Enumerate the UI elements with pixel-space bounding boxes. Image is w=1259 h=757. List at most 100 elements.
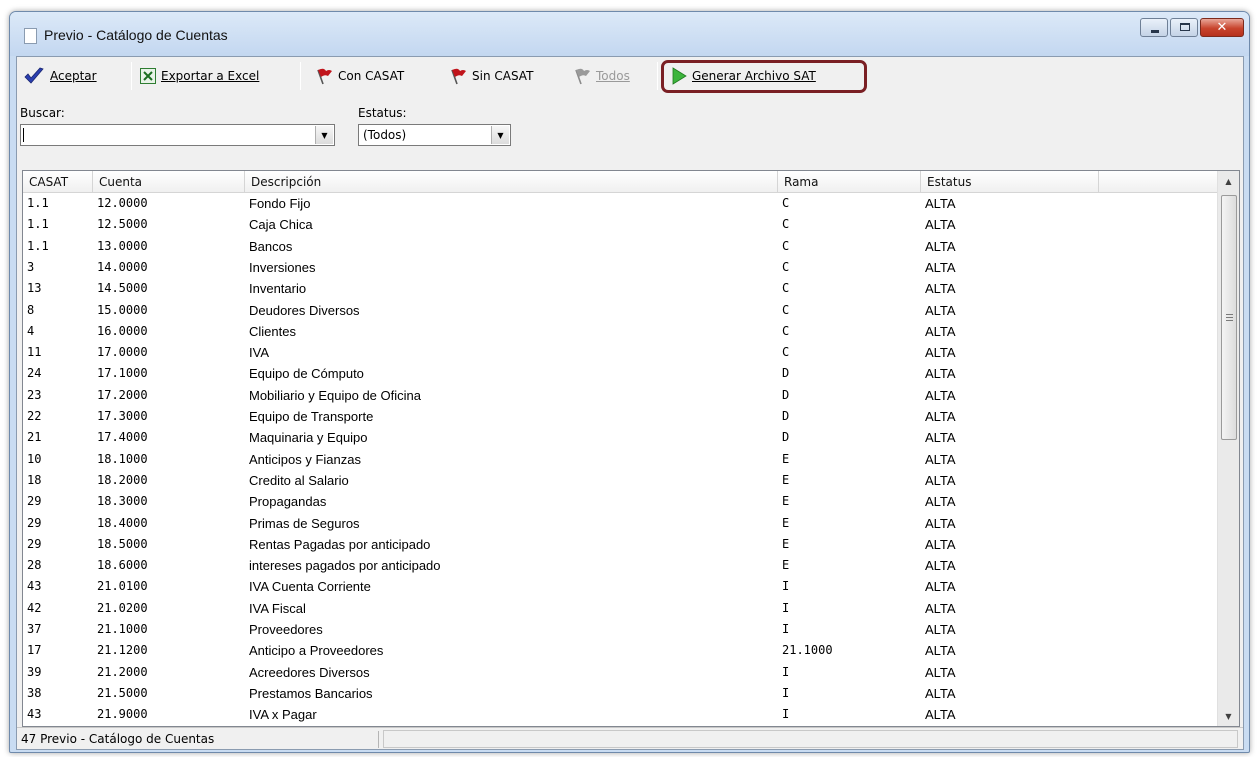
document-icon (24, 28, 37, 44)
green-play-icon (672, 67, 687, 85)
table-row[interactable]: 29 18.4000 Primas de Seguros E ALTA (23, 513, 1217, 534)
maximize-button[interactable] (1170, 18, 1198, 37)
cell-descripcion: Fondo Fijo (249, 196, 311, 211)
column-header-descripcion[interactable]: Descripción (245, 171, 778, 193)
cell-descripcion: Credito al Salario (249, 472, 349, 488)
table-row[interactable]: 29 18.3000 Propagandas E ALTA (23, 491, 1217, 512)
cell-casat: 28 (27, 558, 42, 573)
vertical-scrollbar[interactable]: ▲ ▼ (1217, 171, 1239, 726)
generar-archivo-sat-button[interactable]: Generar Archivo SAT (671, 65, 816, 87)
cell-cuenta: 13.0000 (97, 238, 148, 253)
status-bar: 47 Previo - Catálogo de Cuentas (17, 727, 1243, 749)
todos-button[interactable]: Todos (573, 65, 630, 87)
cell-descripcion: Propagandas (249, 494, 327, 510)
table-row[interactable]: 42 21.0200 IVA Fiscal I ALTA (23, 598, 1217, 619)
cell-descripcion: Rentas Pagadas por anticipado (249, 536, 431, 552)
cell-rama: D (782, 409, 790, 423)
chevron-down-icon[interactable]: ▼ (315, 126, 333, 144)
cell-descripcion: IVA Fiscal (249, 600, 306, 616)
estatus-select[interactable]: (Todos) ▼ (358, 124, 511, 146)
table-row[interactable]: 8 15.0000 Deudores Diversos C ALTA (23, 300, 1217, 321)
cell-rama: E (782, 451, 790, 466)
aceptar-label: Aceptar (50, 69, 97, 83)
table-row[interactable]: 37 21.1000 Proveedores I ALTA (23, 619, 1217, 640)
table-row[interactable]: 4 16.0000 Clientes C ALTA (23, 321, 1217, 342)
table-row[interactable]: 28 18.6000 intereses pagados por anticipad… (23, 555, 1217, 576)
todos-label: Todos (596, 69, 630, 83)
title-bar[interactable]: Previo - Catálogo de Cuentas ✕ (10, 12, 1249, 56)
cell-rama: C (782, 196, 790, 210)
cell-estatus: ALTA (925, 536, 956, 552)
cell-descripcion: Bancos (249, 238, 293, 254)
table-row[interactable]: 18 18.2000 Credito al Salario E ALTA (23, 470, 1217, 491)
table-row[interactable]: 21 17.4000 Maquinaria y Equipo D ALTA (23, 427, 1217, 448)
accounts-grid[interactable]: CASAT Cuenta Descripción Rama Estatus 1.… (22, 170, 1240, 727)
table-row[interactable]: 1.1 13.0000 Bancos C ALTA (23, 236, 1217, 257)
grip-line (1226, 314, 1233, 315)
cell-cuenta: 21.1200 (97, 643, 148, 658)
close-icon: ✕ (1216, 20, 1228, 35)
grid-body: 1.1 12.0000 Fondo Fijo C ALTA 1.1 12.5000 Caja … (23, 193, 1217, 726)
cell-casat: 17 (27, 643, 42, 658)
cell-casat: 11 (27, 345, 42, 360)
cell-rama: E (782, 494, 790, 509)
scroll-up-icon[interactable]: ▲ (1218, 171, 1239, 191)
column-header-cuenta[interactable]: Cuenta (93, 171, 245, 193)
cell-cuenta: 17.2000 (97, 387, 148, 402)
cell-cuenta: 17.3000 (97, 409, 148, 423)
cell-descripcion: IVA (249, 345, 269, 361)
table-row[interactable]: 39 21.2000 Acreedores Diversos I ALTA (23, 662, 1217, 683)
table-row[interactable]: 38 21.5000 Prestamos Bancarios I ALTA (23, 683, 1217, 704)
column-header-estatus[interactable]: Estatus (921, 171, 1099, 193)
cell-estatus: ALTA (925, 558, 956, 574)
cell-descripcion: Deudores Diversos (249, 302, 360, 318)
cell-casat: 18 (27, 472, 42, 487)
cell-rama: C (782, 323, 790, 338)
cell-casat: 13 (27, 281, 42, 296)
table-row[interactable]: 24 17.1000 Equipo de Cómputo D ALTA (23, 363, 1217, 384)
sin-casat-button[interactable]: Sin CASAT (449, 65, 533, 87)
cell-rama: 21.1000 (782, 643, 833, 658)
generar-label: Generar Archivo SAT (692, 69, 816, 83)
table-row[interactable]: 13 14.5000 Inventario C ALTA (23, 278, 1217, 299)
cell-casat: 22 (27, 409, 42, 423)
table-row[interactable]: 1.1 12.5000 Caja Chica C ALTA (23, 214, 1217, 235)
close-button[interactable]: ✕ (1200, 18, 1244, 37)
table-row[interactable]: 23 17.2000 Mobiliario y Equipo de Oficina D… (23, 385, 1217, 406)
table-row[interactable]: 1.1 12.0000 Fondo Fijo C ALTA (23, 193, 1217, 214)
cell-cuenta: 21.0100 (97, 579, 148, 594)
scroll-down-icon[interactable]: ▼ (1218, 706, 1239, 726)
aceptar-button[interactable]: Aceptar (23, 65, 97, 87)
cell-descripcion: Inventario (249, 281, 307, 297)
cell-estatus: ALTA (925, 472, 956, 488)
cell-casat: 3 (27, 259, 35, 274)
minimize-icon (1151, 30, 1159, 33)
table-row[interactable]: 3 14.0000 Inversiones C ALTA (23, 257, 1217, 278)
con-casat-button[interactable]: Con CASAT (315, 65, 404, 87)
red-flag-icon (451, 68, 466, 85)
column-header-rama[interactable]: Rama (778, 171, 921, 193)
table-row[interactable]: 43 21.0100 IVA Cuenta Corriente I ALTA (23, 576, 1217, 597)
cell-cuenta: 15.0000 (97, 302, 148, 317)
chevron-down-icon[interactable]: ▼ (491, 126, 509, 144)
cell-descripcion: IVA x Pagar (249, 707, 317, 723)
cell-cuenta: 18.1000 (97, 451, 148, 466)
column-header-casat[interactable]: CASAT (23, 171, 93, 193)
cell-estatus: ALTA (925, 281, 956, 297)
excel-icon (140, 68, 156, 84)
table-row[interactable]: 17 21.1200 Anticipo a Proveedores 21.1000 AL… (23, 640, 1217, 661)
cell-cuenta: 18.4000 (97, 515, 148, 530)
cell-estatus: ALTA (925, 430, 956, 446)
cell-estatus: ALTA (925, 259, 956, 275)
table-row[interactable]: 11 17.0000 IVA C ALTA (23, 342, 1217, 363)
exportar-excel-button[interactable]: Exportar a Excel (140, 65, 259, 87)
table-row[interactable]: 22 17.3000 Equipo de Transporte D ALTA (23, 406, 1217, 427)
table-row[interactable]: 29 18.5000 Rentas Pagadas por anticipado E A… (23, 534, 1217, 555)
cell-casat: 29 (27, 536, 42, 551)
cell-casat: 21 (27, 430, 42, 445)
table-row[interactable]: 43 21.9000 IVA x Pagar I ALTA (23, 704, 1217, 725)
buscar-combo[interactable]: ▼ (20, 124, 335, 146)
minimize-button[interactable] (1140, 18, 1168, 37)
table-row[interactable]: 10 18.1000 Anticipos y Fianzas E ALTA (23, 449, 1217, 470)
scroll-thumb[interactable] (1221, 195, 1237, 440)
